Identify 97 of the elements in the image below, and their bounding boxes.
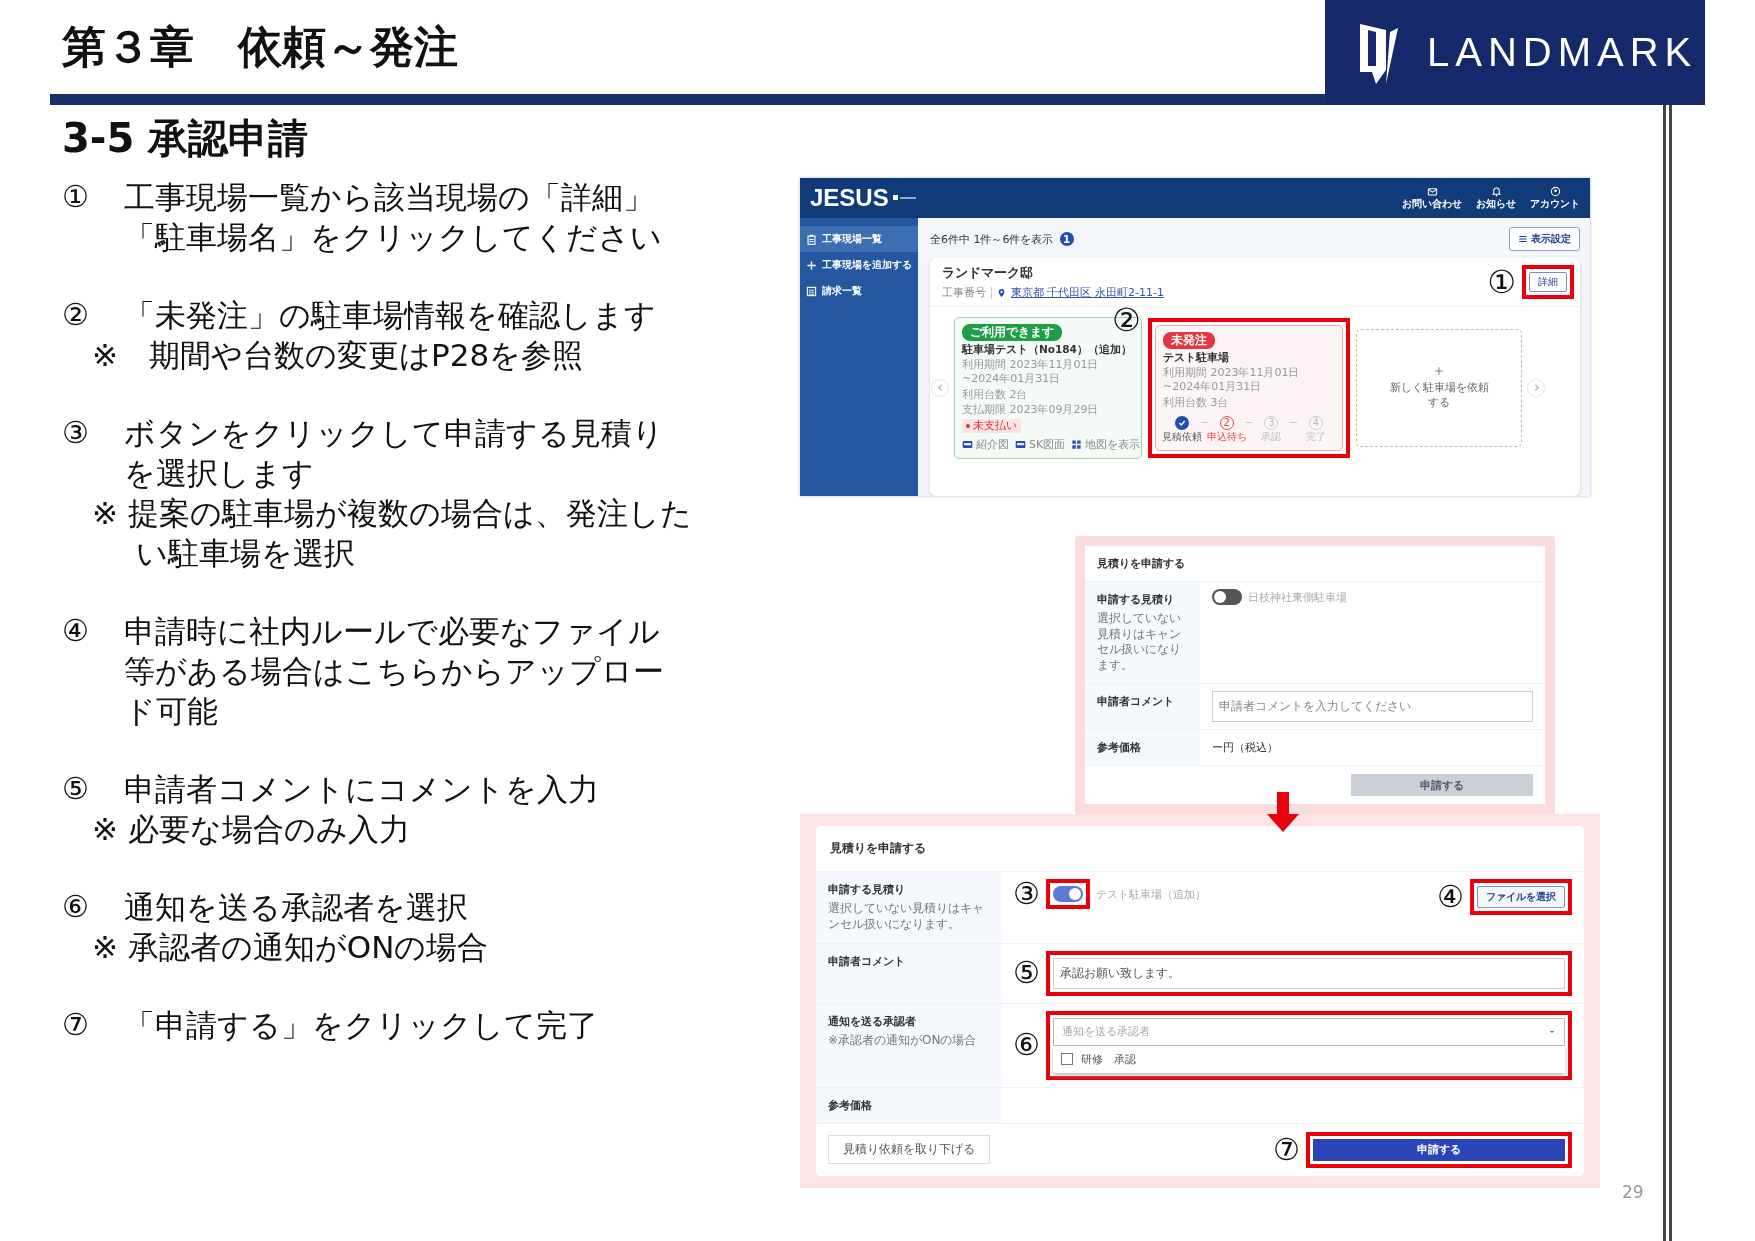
field-hint: ※承認者の通知がONの場合	[828, 1032, 978, 1049]
clipboard-icon	[806, 233, 817, 245]
chapter-title: 第３章 依頼～発注	[62, 19, 458, 74]
user-icon	[1549, 185, 1561, 197]
withdraw-button[interactable]: 見積り依頼を取り下げる	[828, 1135, 990, 1165]
page-number: 29	[1622, 1181, 1644, 1202]
step-note: ※ 必要な場合のみ入力	[92, 810, 411, 849]
progress-label: 申込待ち	[1206, 431, 1247, 444]
step-text: 「申請する」をクリックして完了	[124, 1006, 599, 1045]
bell-icon	[1490, 185, 1502, 197]
payment-tag: 未支払い	[962, 419, 1021, 433]
nav-button[interactable]: お問い合わせ	[1402, 185, 1462, 211]
approver-option[interactable]: 研修 承認	[1060, 1051, 1557, 1067]
detail-button[interactable]: 詳細	[1529, 272, 1567, 292]
card-detail-text: 利用台数 3台	[1163, 395, 1230, 410]
step-text: 「未発注」の駐車場情報を確認します	[124, 296, 657, 335]
document-icon	[1015, 439, 1026, 451]
plus-icon	[1434, 365, 1444, 376]
option-label: テスト駐車場（追加）	[1095, 886, 1206, 902]
card-detail-text: 利用期間 2023年11月01日~2024年01月31日	[962, 358, 1100, 386]
callout-number: ⑥	[1013, 1030, 1040, 1061]
mail-icon	[1426, 185, 1438, 197]
sidebar-item[interactable]: 工事現場一覧	[800, 226, 918, 252]
step-number: ⑥	[62, 888, 90, 926]
field-hint: 選択していない見積りはキャンセル扱いになります。	[1097, 611, 1182, 674]
step-text: 申請時に社内ルールで必要なファイル等がある場合はこちらからアップロード可能	[124, 612, 665, 731]
logo-text: LANDMARK	[1427, 30, 1698, 75]
parking-name[interactable]: テスト駐車場	[1163, 350, 1335, 364]
field-label: 参考価格	[1097, 740, 1142, 756]
callout-number: ⑦	[1273, 1134, 1300, 1165]
down-arrow	[1267, 792, 1299, 833]
chevron-left-icon	[935, 383, 945, 393]
nav-button[interactable]: アカウント	[1530, 185, 1580, 211]
card-detail-text: 支払期限 2023年09月29日	[962, 403, 1100, 418]
card-detail-text: 利用期間 2023年11月01日~2024年01月31日	[1163, 366, 1301, 394]
field-label: 申請者コメント	[1097, 694, 1175, 710]
step-text: 申請者コメントにコメントを入力	[124, 770, 600, 809]
parking-name[interactable]: 駐車場テスト（No184）（追加）	[962, 343, 1134, 357]
step-number: ④	[62, 612, 90, 650]
toggle-switch[interactable]	[1212, 589, 1242, 605]
card-detail-text: 利用台数 2台	[962, 387, 1029, 402]
callout-number: ④	[1437, 882, 1464, 913]
add-parking-card[interactable]: 新しく駐車場を依頼する	[1356, 328, 1522, 447]
card-link[interactable]: 地図を表示	[1071, 437, 1141, 452]
address-link[interactable]: 東京都 千代田区 永田町2-11-1	[1011, 285, 1164, 300]
count-badge: 1	[1059, 232, 1074, 246]
toggle-switch[interactable]	[1052, 886, 1083, 903]
status-tag: 未発注	[1163, 331, 1215, 349]
file-select-button[interactable]: ファイルを選択	[1477, 886, 1565, 909]
step-number: ⑤	[62, 770, 90, 808]
step-number: ②	[62, 296, 90, 334]
checkbox[interactable]	[1060, 1053, 1073, 1066]
field-label: 申請者コメント	[828, 953, 906, 969]
step-text: 通知を送る承認者を選択	[124, 888, 469, 927]
settings-icon	[1518, 234, 1528, 244]
step-note: ※ 承認者の通知がONの場合	[92, 928, 490, 967]
map-icon	[1071, 439, 1083, 451]
field-label: 参考価格	[828, 1097, 873, 1113]
field-label: 申請する見積り	[1097, 592, 1175, 607]
callout-number: ①	[1487, 266, 1516, 298]
plus-icon	[806, 259, 817, 271]
brand-mark-icon	[892, 193, 917, 203]
callout-number: ⑤	[1013, 958, 1040, 989]
step-text: 工事現場一覧から該当現場の「詳細」「駐車場名」をクリックしてください	[124, 178, 663, 257]
form-title: 見積りを申請する	[829, 840, 927, 858]
status-tag: ご利用できます	[962, 324, 1062, 341]
document-icon	[962, 439, 973, 451]
step-number: ①	[62, 178, 90, 216]
sidebar-item[interactable]: 工事現場を追加する	[800, 252, 918, 278]
step-number: ③	[62, 414, 90, 452]
progress-label: 見積依頼	[1162, 431, 1202, 444]
step-note: ※ 期間や台数の変更はP28を参照	[92, 336, 585, 375]
form-title: 見積りを申請する	[1096, 556, 1186, 572]
list-icon	[806, 285, 817, 297]
nav-button[interactable]: お知らせ	[1476, 185, 1516, 211]
option-label: 日枝神社東側駐車場	[1248, 589, 1347, 605]
comment-field[interactable]: 申請者コメントを入力してください	[1212, 691, 1533, 723]
card-link[interactable]: SK図面	[1015, 437, 1066, 452]
field-label: 申請する見積り	[828, 882, 906, 898]
brand-logo: JESUS	[810, 184, 889, 212]
section-title: 3-5 承認申請	[62, 114, 310, 163]
comment-field[interactable]: 承認お願い致します。	[1052, 957, 1565, 989]
pin-icon	[997, 287, 1006, 298]
site-code-label: 工事番号	[942, 285, 986, 300]
sidebar-item[interactable]: 請求一覧	[800, 278, 918, 304]
field-label: 通知を送る承認者	[828, 1013, 917, 1029]
result-count: 全6件中 1件～6件を表示	[930, 231, 1054, 247]
step-number: ⑦	[62, 1006, 90, 1044]
price-text: ー円（税込）	[1212, 740, 1278, 756]
callout-number: ③	[1013, 879, 1040, 910]
submit-button[interactable]: 申請する	[1313, 1138, 1565, 1161]
step-text: ボタンをクリックして申請する見積りを選択します	[124, 414, 665, 493]
display-settings-button[interactable]: 表示設定	[1509, 227, 1580, 251]
step-note: ※ 提案の駐車場が複数の場合は、発注したい駐車場を選択	[92, 494, 693, 573]
site-name: ランドマーク邸	[942, 264, 1034, 282]
field-hint: 選択していない見積りはキャンセル扱いになります。	[828, 901, 985, 933]
card-link[interactable]: 紹介図	[962, 437, 1009, 452]
